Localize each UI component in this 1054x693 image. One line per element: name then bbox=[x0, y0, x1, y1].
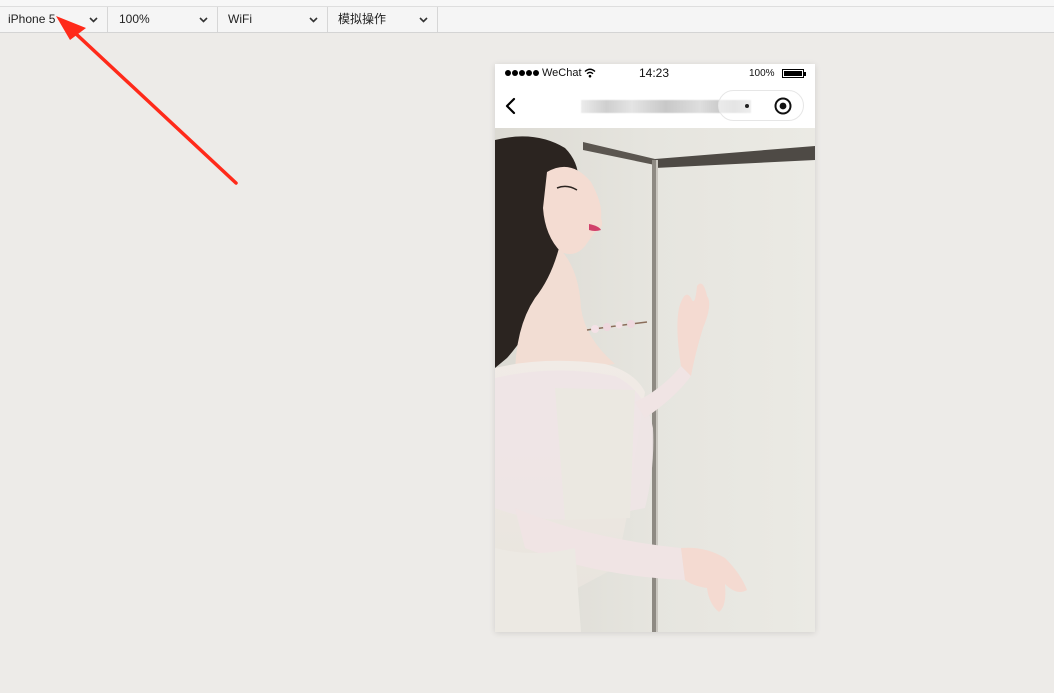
device-select[interactable]: iPhone 5 bbox=[0, 7, 108, 32]
signal-dots-icon bbox=[505, 70, 539, 76]
status-bar: WeChat 14:23 100% bbox=[495, 64, 815, 84]
more-icon[interactable] bbox=[745, 104, 749, 108]
chevron-down-icon bbox=[419, 17, 428, 23]
chevron-left-icon[interactable] bbox=[503, 96, 517, 116]
simulator-toolbar: iPhone 5 100% WiFi 模拟操作 bbox=[0, 6, 1054, 33]
nav-bar bbox=[495, 84, 815, 128]
wifi-icon bbox=[584, 68, 596, 78]
network-select[interactable]: WiFi bbox=[218, 7, 328, 32]
portrait-photo bbox=[495, 128, 815, 632]
target-close-icon[interactable] bbox=[774, 97, 792, 115]
network-select-label: WiFi bbox=[228, 12, 252, 26]
chevron-down-icon bbox=[89, 17, 98, 23]
battery-percent: 100% bbox=[749, 68, 775, 79]
device-select-label: iPhone 5 bbox=[8, 12, 56, 26]
zoom-select[interactable]: 100% bbox=[108, 7, 218, 32]
zoom-select-label: 100% bbox=[119, 12, 150, 26]
chevron-down-icon bbox=[309, 17, 318, 23]
carrier-label: WeChat bbox=[542, 67, 582, 79]
simulate-operation-label: 模拟操作 bbox=[338, 12, 387, 26]
simulate-operation-select[interactable]: 模拟操作 bbox=[328, 7, 438, 32]
status-time: 14:23 bbox=[639, 66, 670, 80]
battery-icon bbox=[782, 69, 806, 78]
phone-simulator: WeChat 14:23 100% bbox=[495, 64, 815, 632]
chevron-down-icon bbox=[199, 17, 208, 23]
